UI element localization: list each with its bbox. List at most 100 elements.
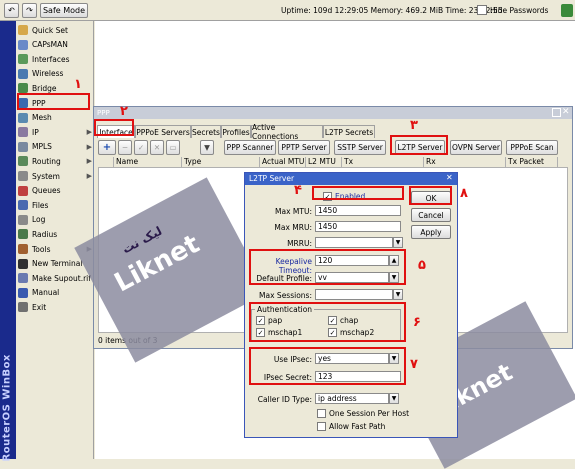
annotation-4: ۴ [294,183,302,198]
sidebar-item-system[interactable]: System ▶ [16,169,94,183]
interfaces-icon [18,54,28,65]
column-header-type[interactable]: Type [182,157,260,167]
highlight-ok [409,186,452,205]
highlight-ipsec [249,347,406,385]
button-label: SSTP Server [337,143,383,152]
max-mtu-label: Max MTU: [275,207,312,216]
max-mru-field[interactable]: 1450 [315,221,401,232]
sidebar-item-mpls[interactable]: MPLS ▶ [16,140,94,154]
sstp-server-button[interactable]: SSTP Server [334,140,386,155]
chevron-right-icon: ▶ [86,142,92,151]
disable-button[interactable]: ✕ [150,140,164,155]
sidebar-item-queues[interactable]: Queues [16,184,94,198]
caller-id-field[interactable]: ip address [315,393,389,404]
sidebar-item-mesh[interactable]: Mesh [16,111,94,125]
comment-button[interactable]: ▭ [166,140,180,155]
tab-profiles[interactable]: Profiles [221,125,251,138]
filter-button[interactable]: ▼ [200,140,214,155]
sidebar-item-label: System [32,171,60,181]
tab-secrets[interactable]: Secrets [191,125,221,138]
max-sessions-field[interactable] [315,289,393,300]
sidebar-item-make-supout-rif[interactable]: Make Supout.rif [16,271,94,285]
tab-l2tp-secrets[interactable]: L2TP Secrets [323,125,375,138]
button-label: Apply [420,227,442,237]
lock-icon [561,4,573,17]
chevron-down-icon: ▼ [395,239,401,246]
one-session-checkbox[interactable] [317,409,326,418]
queues-icon [18,185,28,196]
sidebar-item-radius[interactable]: Radius [16,227,94,241]
ovpn-server-button[interactable]: OVPN Server [450,140,502,155]
sidebar-item-label: Manual [32,288,60,298]
tab-active-connections[interactable]: Active Connections [251,123,323,141]
undo-button[interactable]: ↶ [4,3,19,18]
column-header-rx[interactable]: Rx [424,157,506,167]
safe-mode-button[interactable]: Safe Mode [40,3,88,18]
pptp-server-button[interactable]: PPTP Server [278,140,330,155]
column-header-tx[interactable]: Tx [342,157,424,167]
column-header-tx-packet[interactable]: Tx Packet (p/s) [506,157,558,176]
hide-passwords-checkbox[interactable] [477,5,487,15]
filter-icon: ▼ [204,143,210,152]
max-mru-label: Max MRU: [274,223,312,232]
cancel-button[interactable]: Cancel [411,208,451,222]
highlight-ppp [17,93,90,110]
uptime-label: Uptime: [281,6,311,15]
sidebar-item-wireless[interactable]: Wireless [16,67,94,81]
redo-button[interactable]: ↷ [22,3,37,18]
memory-label: Memory: [370,6,404,15]
mrru-dropdown[interactable]: ▼ [393,237,403,248]
bridge-icon [18,83,28,94]
mrru-field[interactable] [315,237,393,248]
column-header-l2-mtu[interactable]: L2 MTU [306,157,342,167]
x-icon: ✕ [153,143,161,152]
highlight-keepalive-profile [249,249,406,285]
max-sessions-dropdown[interactable]: ▼ [393,289,403,300]
column-header-actual-mtu[interactable]: Actual MTU [260,157,306,167]
chevron-right-icon: ▶ [86,128,92,137]
sidebar-item-ip[interactable]: IP ▶ [16,125,94,139]
add-button[interactable]: + [98,140,116,155]
sidebar-item-capsman[interactable]: CAPsMAN [16,38,94,52]
sidebar-item-exit[interactable]: Exit [16,300,94,314]
hide-passwords-toggle[interactable]: Hide Passwords [477,5,548,15]
sidebar-item-log[interactable]: Log [16,213,94,227]
caller-id-dropdown[interactable]: ▼ [389,393,399,404]
status-readout: Uptime: 109d 12:29:05 Memory: 469.2 MiB … [281,6,502,15]
uptime-value: 109d 12:29:05 [313,6,369,15]
sidebar-item-routing[interactable]: Routing ▶ [16,154,94,168]
close-icon[interactable]: ✕ [562,107,570,117]
comment-icon: ▭ [169,143,177,152]
allow-fast-path-checkbox[interactable] [317,422,326,431]
sidebar-item-manual[interactable]: Manual [16,286,94,300]
pppoe-scan-button[interactable]: PPPoE Scan [506,140,558,155]
sidebar-item-label: Interfaces [32,54,70,64]
button-label: PPTP Server [281,143,327,152]
allow-fast-path-label: Allow Fast Path [329,422,386,431]
tab-pppoe-servers[interactable]: PPPoE Servers [135,125,191,138]
annotation-7: ۷ [410,357,418,372]
apply-button[interactable]: Apply [411,225,451,239]
column-header-name[interactable]: Name [114,157,182,167]
ppp-scanner-button[interactable]: PPP Scanner [224,140,276,155]
safe-mode-label: Safe Mode [42,6,86,15]
sidebar-item-label: Make Supout.rif [32,273,91,283]
close-icon[interactable]: ✕ [446,173,453,182]
max-mtu-field[interactable]: 1450 [315,205,401,216]
sidebar-item-files[interactable]: Files [16,198,94,212]
time-label: Time: [445,6,467,15]
sidebar-item-label: Wireless [32,69,64,79]
chevron-down-icon: ▼ [391,395,397,402]
sidebar-item-interfaces[interactable]: Interfaces [16,52,94,66]
sidebar-item-quick-set[interactable]: Quick Set [16,23,94,37]
manual-icon [18,287,28,298]
maximize-icon[interactable] [552,108,561,117]
button-label: Cancel [418,210,444,220]
remove-button[interactable]: − [118,140,132,155]
enable-button[interactable]: ✓ [134,140,148,155]
capsman-icon [18,39,28,50]
radius-icon [18,229,28,240]
sidebar-item-label: Tools [32,244,51,254]
new-terminal-icon [18,258,28,269]
sidebar: Quick Set CAPsMAN Interfaces Wireless Bridge… [16,21,94,459]
